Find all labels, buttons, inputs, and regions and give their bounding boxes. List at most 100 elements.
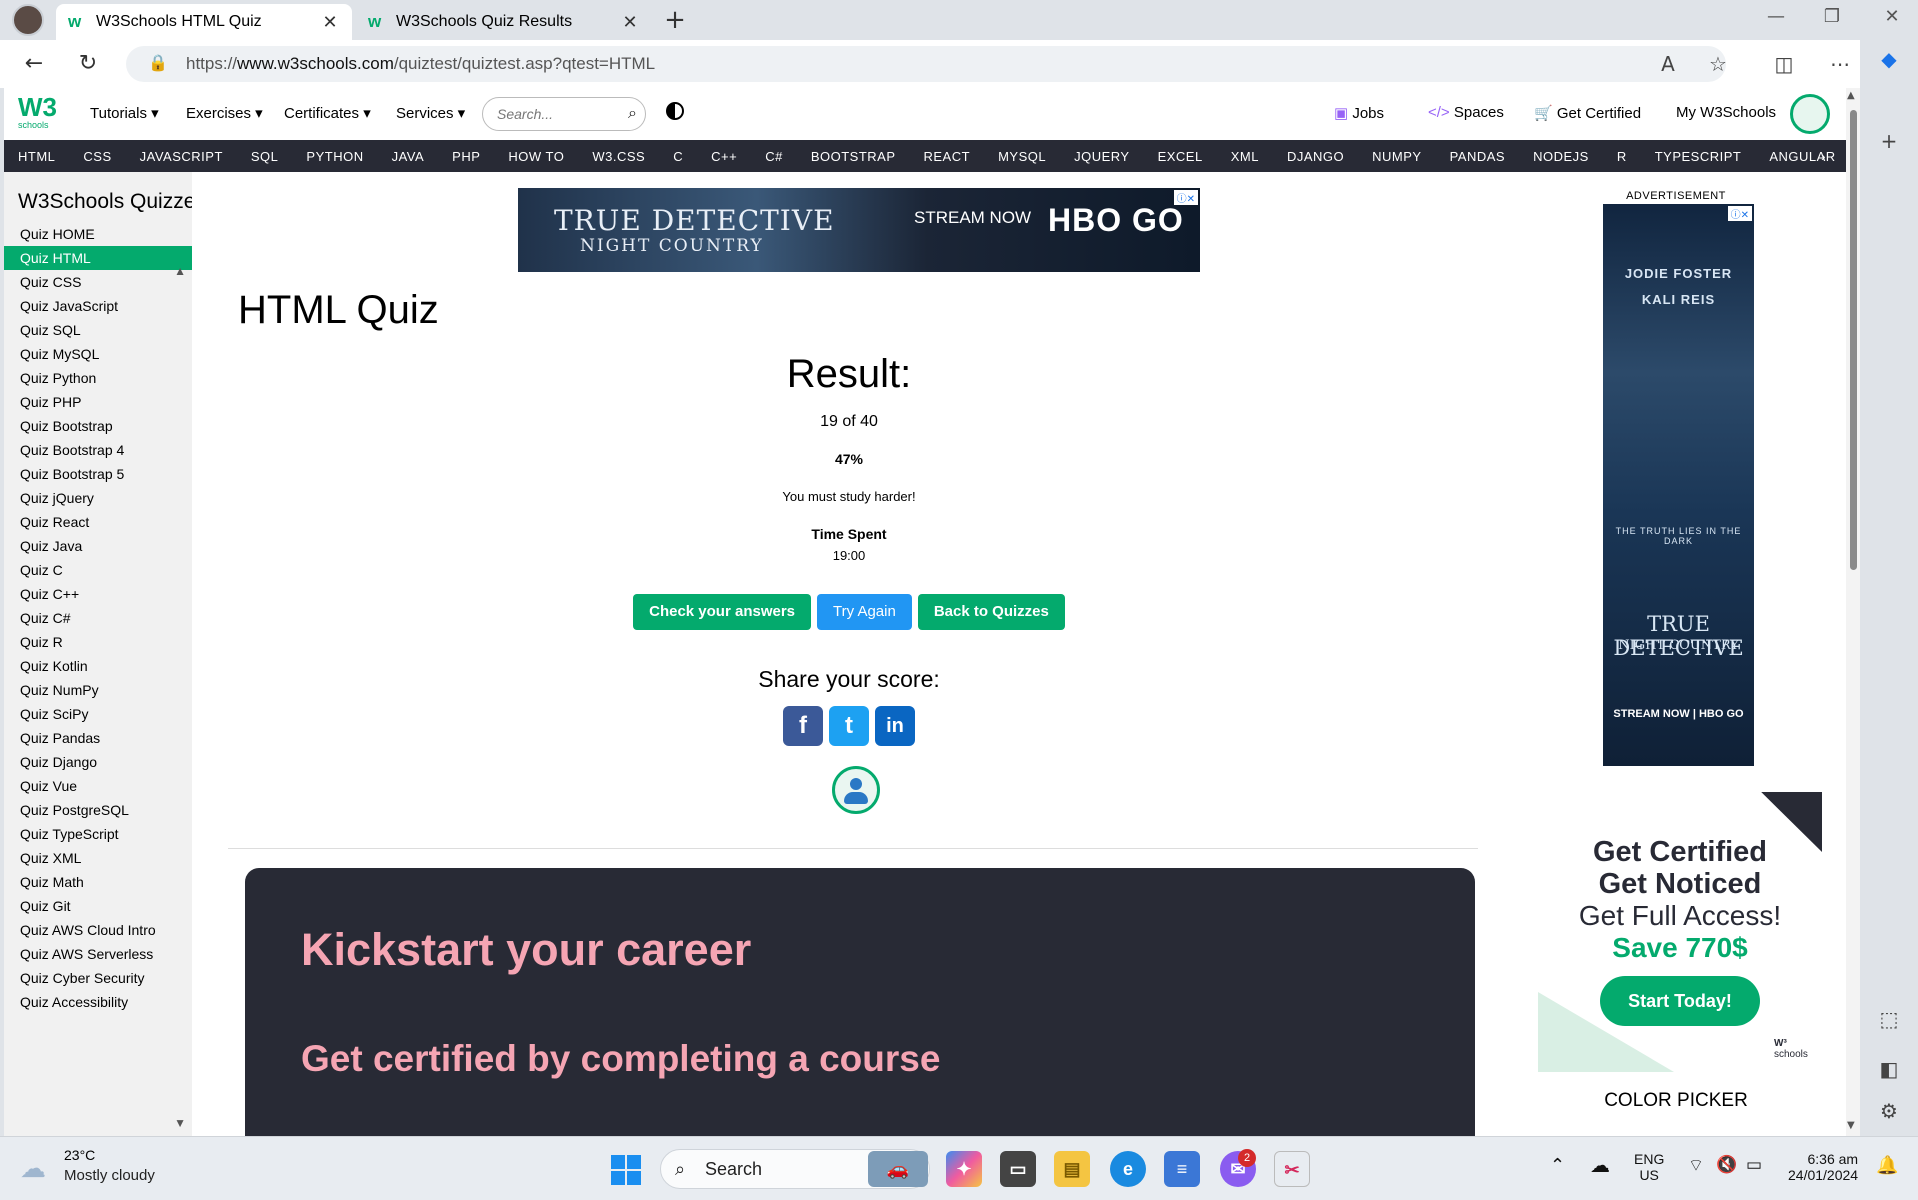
langbar-item-r[interactable]: R — [1617, 149, 1627, 164]
split-screen-icon[interactable]: ◫ — [1768, 48, 1800, 80]
sidebar-item-quiz-react[interactable]: Quiz React — [4, 510, 192, 534]
language-indicator[interactable]: ENG US — [1634, 1151, 1664, 1183]
theme-toggle-icon[interactable] — [666, 102, 684, 120]
langbar-item-bootstrap[interactable]: BOOTSTRAP — [811, 149, 896, 164]
sidebar-item-quiz-html[interactable]: Quiz HTML — [4, 246, 192, 270]
sidebar-item-quiz-typescript[interactable]: Quiz TypeScript — [4, 822, 192, 846]
page-scrollbar[interactable]: ▲ ▼ — [1846, 88, 1860, 1136]
widget-car-icon[interactable]: 🚗 — [868, 1151, 928, 1187]
sidebar-item-quiz-css[interactable]: Quiz CSS — [4, 270, 192, 294]
tab-html-quiz[interactable]: w W3Schools HTML Quiz ✕ — [56, 4, 352, 40]
scrollbar-thumb[interactable] — [1850, 110, 1857, 570]
scroll-down-arrow-icon[interactable]: ▼ — [174, 1116, 186, 1130]
sidebar-item-quiz-c[interactable]: Quiz C — [4, 558, 192, 582]
sidebar-item-quiz-xml[interactable]: Quiz XML — [4, 846, 192, 870]
sidebar-item-quiz-cyber-security[interactable]: Quiz Cyber Security — [4, 966, 192, 990]
show-hidden-icons-chevron-icon[interactable]: ⌃ — [1550, 1155, 1565, 1176]
screenshot-icon[interactable]: ⬚ — [1874, 1004, 1904, 1034]
sidebar-item-quiz-sql[interactable]: Quiz SQL — [4, 318, 192, 342]
skyscraper-ad[interactable]: ⓘ✕ JODIE FOSTER KALI REIS THE TRUTH LIES… — [1603, 204, 1754, 766]
sidebar-item-quiz-django[interactable]: Quiz Django — [4, 750, 192, 774]
sidebar-item-quiz-bootstrap-4[interactable]: Quiz Bootstrap 4 — [4, 438, 192, 462]
ad-close-icon[interactable]: ⓘ✕ — [1173, 190, 1198, 205]
sidebar-item-quiz-python[interactable]: Quiz Python — [4, 366, 192, 390]
sidebar-item-quiz-java[interactable]: Quiz Java — [4, 534, 192, 558]
scroll-down-arrow-icon[interactable]: ▼ — [1847, 1120, 1855, 1131]
jobs-link[interactable]: ▣ Jobs — [1334, 104, 1384, 122]
my-w3schools-link[interactable]: My W3Schools — [1676, 104, 1776, 121]
start-today-button[interactable]: Start Today! — [1600, 976, 1760, 1026]
try-again-button[interactable]: Try Again — [817, 594, 912, 630]
notepad-icon[interactable]: ≡ — [1164, 1151, 1200, 1187]
user-avatar-icon[interactable] — [1790, 94, 1830, 134]
langbar-item-c[interactable]: C — [673, 149, 683, 164]
sidebar-item-quiz-bootstrap[interactable]: Quiz Bootstrap — [4, 414, 192, 438]
scroll-up-arrow-icon[interactable]: ▲ — [1847, 90, 1855, 101]
scroll-up-arrow-icon[interactable]: ▲ — [174, 264, 186, 278]
sidebar-item-quiz-mysql[interactable]: Quiz MySQL — [4, 342, 192, 366]
sidebar-item-quiz-javascript[interactable]: Quiz JavaScript — [4, 294, 192, 318]
menu-tutorials[interactable]: Tutorials ▾ — [90, 104, 159, 122]
langbar-item-css[interactable]: CSS — [83, 149, 111, 164]
clock[interactable]: 6:36 am 24/01/2024 — [1788, 1151, 1858, 1183]
sidebar-item-quiz-kotlin[interactable]: Quiz Kotlin — [4, 654, 192, 678]
sidebar-item-quiz-postgresql[interactable]: Quiz PostgreSQL — [4, 798, 192, 822]
sidebar-item-quiz-accessibility[interactable]: Quiz Accessibility — [4, 990, 192, 1014]
speaker-muted-icon[interactable]: 🔇 — [1716, 1155, 1737, 1175]
langbar-item-typescript[interactable]: TYPESCRIPT — [1655, 149, 1742, 164]
sidebar-item-quiz-home[interactable]: Quiz HOME — [4, 222, 192, 246]
hbo-banner-ad[interactable]: TRUE DETECTIVE NIGHT COUNTRY STREAM NOW … — [518, 188, 1200, 272]
sidebar-item-quiz-pandas[interactable]: Quiz Pandas — [4, 726, 192, 750]
langbar-item-python[interactable]: PYTHON — [306, 149, 363, 164]
menu-exercises[interactable]: Exercises ▾ — [186, 104, 263, 122]
reload-icon[interactable]: ↻ — [72, 48, 104, 80]
user-progress-icon[interactable] — [832, 766, 880, 814]
get-certified-link[interactable]: 🛒 Get Certified — [1534, 104, 1641, 122]
edge-browser-icon[interactable]: e — [1110, 1151, 1146, 1187]
close-window-icon[interactable]: ✕ — [1872, 6, 1912, 27]
ad-close-icon[interactable]: ⓘ✕ — [1727, 206, 1752, 221]
copilot-icon[interactable]: ◆ — [1874, 44, 1904, 74]
minimize-icon[interactable]: — — [1756, 6, 1796, 27]
certification-ad[interactable]: Get Certified Get Noticed Get Full Acces… — [1538, 792, 1822, 1072]
spaces-link[interactable]: </> Spaces — [1428, 104, 1504, 121]
langbar-item-html[interactable]: HTML — [18, 149, 55, 164]
langbar-item-c-[interactable]: C# — [765, 149, 783, 164]
langbar-item-w3-css[interactable]: W3.CSS — [592, 149, 645, 164]
langbar-item-excel[interactable]: EXCEL — [1158, 149, 1203, 164]
langbar-item-how-to[interactable]: HOW TO — [508, 149, 564, 164]
langbar-item-c-[interactable]: C++ — [711, 149, 737, 164]
sidebar-item-quiz-git[interactable]: Quiz Git — [4, 894, 192, 918]
langbar-item-numpy[interactable]: NUMPY — [1372, 149, 1421, 164]
site-search-input[interactable]: Search... ⌕ — [482, 97, 646, 131]
facebook-icon[interactable]: f — [783, 706, 823, 746]
wifi-icon[interactable]: ⌔ — [1688, 1155, 1704, 1176]
sidebar-toggle-icon[interactable]: ◧ — [1874, 1054, 1904, 1084]
chevron-right-icon[interactable]: › — [1821, 149, 1826, 164]
langbar-item-pandas[interactable]: PANDAS — [1450, 149, 1506, 164]
menu-certificates[interactable]: Certificates ▾ — [284, 104, 371, 122]
langbar-item-javascript[interactable]: JAVASCRIPT — [140, 149, 223, 164]
sidebar-item-quiz-aws-serverless[interactable]: Quiz AWS Serverless — [4, 942, 192, 966]
onedrive-cloud-icon[interactable]: ☁ — [1590, 1153, 1610, 1178]
profile-avatar[interactable] — [12, 4, 44, 36]
search-icon[interactable]: ⌕ — [628, 98, 637, 130]
menu-services[interactable]: Services ▾ — [396, 104, 465, 122]
sidebar-item-quiz-bootstrap-5[interactable]: Quiz Bootstrap 5 — [4, 462, 192, 486]
back-arrow-icon[interactable]: ← — [18, 48, 50, 80]
langbar-item-nodejs[interactable]: NODEJS — [1533, 149, 1589, 164]
check-answers-button[interactable]: Check your answers — [633, 594, 812, 630]
sidebar-item-quiz-vue[interactable]: Quiz Vue — [4, 774, 192, 798]
tab-quiz-results[interactable]: w W3Schools Quiz Results ✕ — [356, 4, 652, 40]
snipping-tool-icon[interactable]: ✂ — [1274, 1151, 1310, 1187]
w3schools-logo[interactable]: W3 schools — [18, 94, 62, 134]
sidebar-item-quiz-r[interactable]: Quiz R — [4, 630, 192, 654]
back-to-quizzes-button[interactable]: Back to Quizzes — [917, 594, 1065, 630]
sidebar-item-quiz-aws-cloud-intro[interactable]: Quiz AWS Cloud Intro — [4, 918, 192, 942]
langbar-item-xml[interactable]: XML — [1231, 149, 1259, 164]
langbar-item-mysql[interactable]: MYSQL — [998, 149, 1046, 164]
sidebar-item-quiz-php[interactable]: Quiz PHP — [4, 390, 192, 414]
sidebar-item-quiz-c-[interactable]: Quiz C# — [4, 606, 192, 630]
favorite-star-icon[interactable]: ☆ — [1702, 48, 1734, 80]
langbar-item-java[interactable]: JAVA — [392, 149, 425, 164]
